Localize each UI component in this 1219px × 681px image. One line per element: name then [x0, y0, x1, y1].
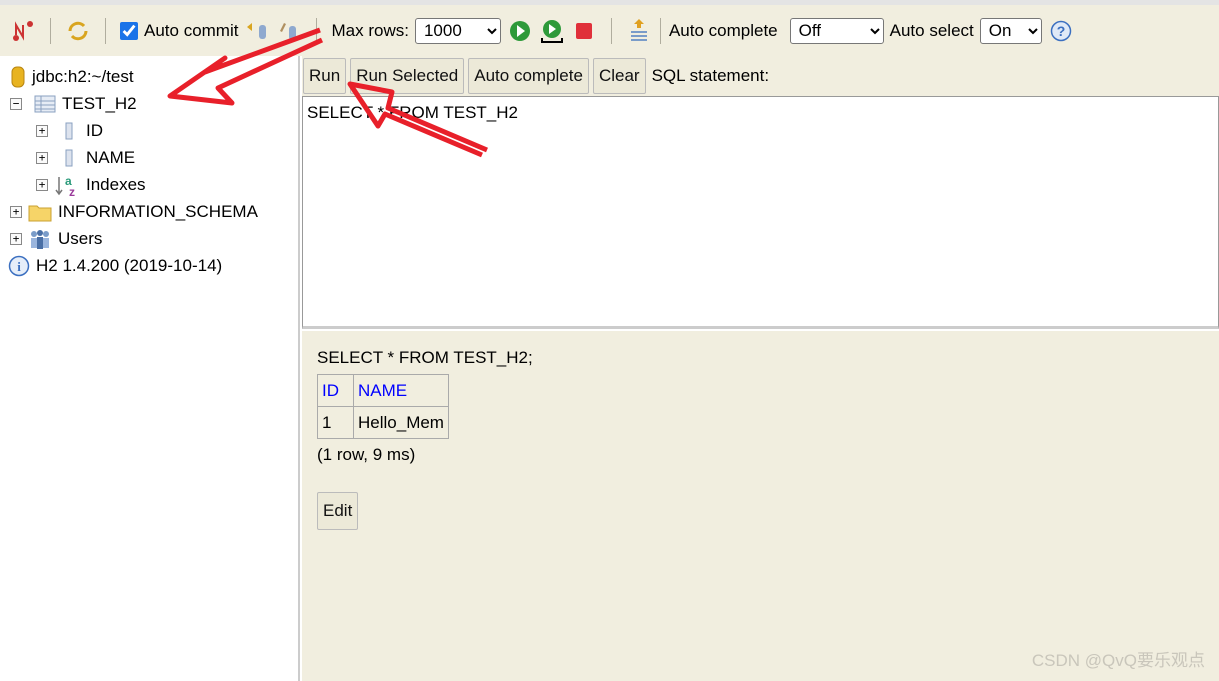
table-icon — [34, 95, 56, 113]
database-icon — [11, 66, 25, 88]
run-selected-button[interactable]: Run Selected — [350, 58, 465, 94]
divider — [316, 17, 318, 44]
expand-icon[interactable]: + — [10, 233, 22, 245]
watermark: CSDN @QvQ要乐观点 — [1031, 651, 1205, 670]
auto-complete-label: Auto complete — [668, 20, 778, 40]
divider — [50, 17, 51, 44]
expand-icon[interactable]: + — [10, 206, 22, 218]
auto-commit-checkbox[interactable] — [120, 21, 138, 40]
clear-button[interactable]: Clear — [592, 58, 646, 94]
edit-button[interactable]: Edit — [317, 492, 359, 530]
result-summary: (1 row, 9 ms) — [317, 445, 416, 464]
history-icon[interactable] — [626, 18, 652, 44]
info-icon: i — [8, 255, 30, 277]
expand-icon[interactable]: + — [36, 179, 48, 191]
column-label: ID — [86, 121, 103, 140]
sql-toolbar: Run Run Selected Auto complete Clear SQL… — [302, 56, 1219, 96]
tree-connection[interactable]: jdbc:h2:~/test — [10, 64, 134, 90]
folder-icon — [28, 205, 52, 222]
run-icon[interactable] — [507, 18, 533, 44]
svg-text:i: i — [17, 259, 21, 274]
schema-tree: jdbc:h2:~/test − TEST_H2 + ID + NAME + a z Ind… — [0, 56, 300, 681]
table-label: TEST_H2 — [62, 94, 137, 113]
connection-label: jdbc:h2:~/test — [32, 67, 134, 86]
help-icon[interactable]: ? — [1048, 18, 1074, 44]
run-selected-icon[interactable] — [539, 18, 565, 44]
disconnect-icon[interactable] — [10, 18, 36, 44]
column-icon — [65, 122, 73, 140]
auto-complete-button[interactable]: Auto complete — [468, 58, 589, 94]
column-header-name[interactable]: NAME — [353, 374, 449, 407]
auto-commit-label: Auto commit — [144, 20, 239, 40]
expand-icon[interactable]: + — [36, 125, 48, 137]
sort-az-icon: az — [55, 174, 75, 197]
result-table: ID NAME 1 Hello_Mem — [317, 374, 449, 439]
tree-users[interactable]: + Users — [10, 226, 102, 252]
commit-icon[interactable] — [276, 18, 302, 44]
svg-text:z: z — [69, 185, 75, 197]
tree-schema[interactable]: + INFORMATION_SCHEMA — [10, 199, 258, 225]
auto-complete-select[interactable]: Off — [789, 17, 884, 44]
auto-select-label: Auto select — [889, 20, 974, 40]
tree-column-name[interactable]: + NAME — [36, 145, 135, 171]
divider — [105, 17, 106, 44]
run-button[interactable]: Run — [303, 58, 347, 94]
table-row: 1 Hello_Mem — [317, 406, 449, 439]
tree-table[interactable]: − TEST_H2 — [10, 91, 137, 117]
result-statement: SELECT * FROM TEST_H2; — [317, 348, 533, 367]
rollback-icon[interactable] — [244, 18, 270, 44]
tree-indexes[interactable]: + a z Indexes — [36, 172, 146, 198]
indexes-label: Indexes — [86, 175, 146, 194]
max-rows-label: Max rows: — [331, 20, 409, 40]
cell-name: Hello_Mem — [353, 406, 449, 439]
divider — [610, 17, 612, 44]
expand-icon[interactable]: + — [36, 152, 48, 164]
sql-editor[interactable]: SELECT * FROM TEST_H2 — [302, 96, 1219, 329]
version-label: H2 1.4.200 (2019-10-14) — [36, 256, 223, 275]
collapse-icon[interactable]: − — [10, 98, 22, 110]
auto-select-select[interactable]: On — [979, 17, 1042, 44]
result-panel: SELECT * FROM TEST_H2; ID NAME 1 Hello_Mem… — [302, 331, 1219, 681]
schema-label: INFORMATION_SCHEMA — [58, 202, 258, 221]
users-label: Users — [58, 229, 103, 248]
column-icon — [65, 149, 73, 167]
tree-version: i H2 1.4.200 (2019-10-14) — [8, 253, 222, 279]
refresh-icon[interactable] — [65, 18, 91, 44]
sql-statement-label: SQL statement: — [651, 66, 770, 85]
divider — [659, 17, 661, 44]
max-rows-select[interactable]: 1000 — [414, 17, 501, 44]
users-icon — [31, 230, 49, 249]
tree-column-id[interactable]: + ID — [36, 118, 103, 144]
cell-id: 1 — [317, 406, 354, 439]
stop-icon[interactable] — [571, 18, 597, 44]
column-label: NAME — [86, 148, 136, 167]
svg-text:?: ? — [1056, 23, 1065, 39]
toolbar: Auto commit Max rows: 1000 Auto complete… — [0, 5, 1219, 56]
column-header-id[interactable]: ID — [317, 374, 354, 407]
